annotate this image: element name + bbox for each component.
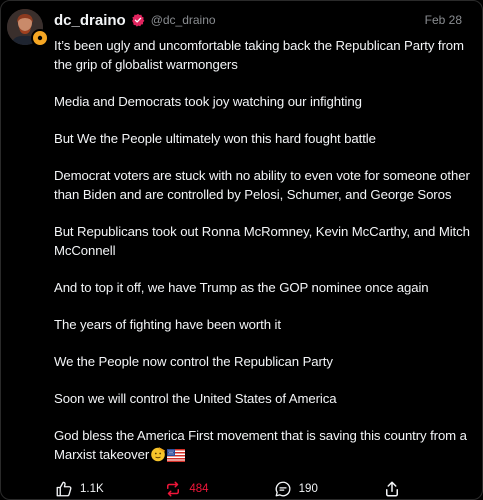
like-button[interactable]: 1.1K: [55, 480, 164, 498]
post-paragraph: Media and Democrats took joy watching ou…: [54, 94, 362, 109]
saluting-face-emoji-icon: [150, 446, 166, 467]
post-paragraph: But We the People ultimately won this ha…: [54, 131, 376, 146]
post-final-paragraph: God bless the America First movement tha…: [54, 426, 480, 467]
post-paragraph: It’s been ugly and uncomfortable taking …: [54, 38, 464, 72]
user-handle[interactable]: @dc_draino: [151, 13, 216, 27]
post-body: It’s been ugly and uncomfortable taking …: [54, 36, 480, 467]
comment-count: 190: [298, 483, 318, 495]
us-flag-emoji-icon: [167, 448, 186, 467]
post-header: dc_draino @dc_draino Feb 28: [54, 10, 470, 30]
username[interactable]: dc_draino: [54, 12, 126, 29]
post-actions: 1.1K 484 190: [55, 479, 470, 499]
repost-icon: [167, 481, 180, 497]
repost-button[interactable]: 484: [164, 480, 273, 498]
post-paragraph: Soon we will control the United States o…: [54, 391, 337, 406]
post-paragraph: Democrat voters are stuck with no abilit…: [54, 168, 470, 202]
post-final-text: God bless the America First movement tha…: [54, 428, 467, 462]
repost-count: 484: [189, 483, 209, 495]
avatar-badge-icon: [31, 29, 49, 47]
post-paragraph: But Republicans took out Ronna McRomney,…: [54, 224, 470, 258]
verified-badge-icon: [131, 13, 145, 27]
post-paragraph: The years of fighting have been worth it: [54, 317, 281, 332]
comment-button[interactable]: 190: [274, 480, 383, 498]
like-count: 1.1K: [80, 483, 104, 495]
comment-bubble-icon: [275, 481, 291, 497]
post-date[interactable]: Feb 28: [425, 13, 470, 27]
post-card: dc_draino @dc_draino Feb 28 It’s been ug…: [0, 0, 483, 500]
share-button[interactable]: [383, 480, 401, 498]
post-paragraph: We the People now control the Republican…: [54, 354, 333, 369]
share-icon: [386, 481, 398, 497]
avatar-container[interactable]: [7, 9, 49, 47]
post-paragraph: And to top it off, we have Trump as the …: [54, 280, 429, 295]
thumbs-up-icon: [56, 481, 72, 497]
